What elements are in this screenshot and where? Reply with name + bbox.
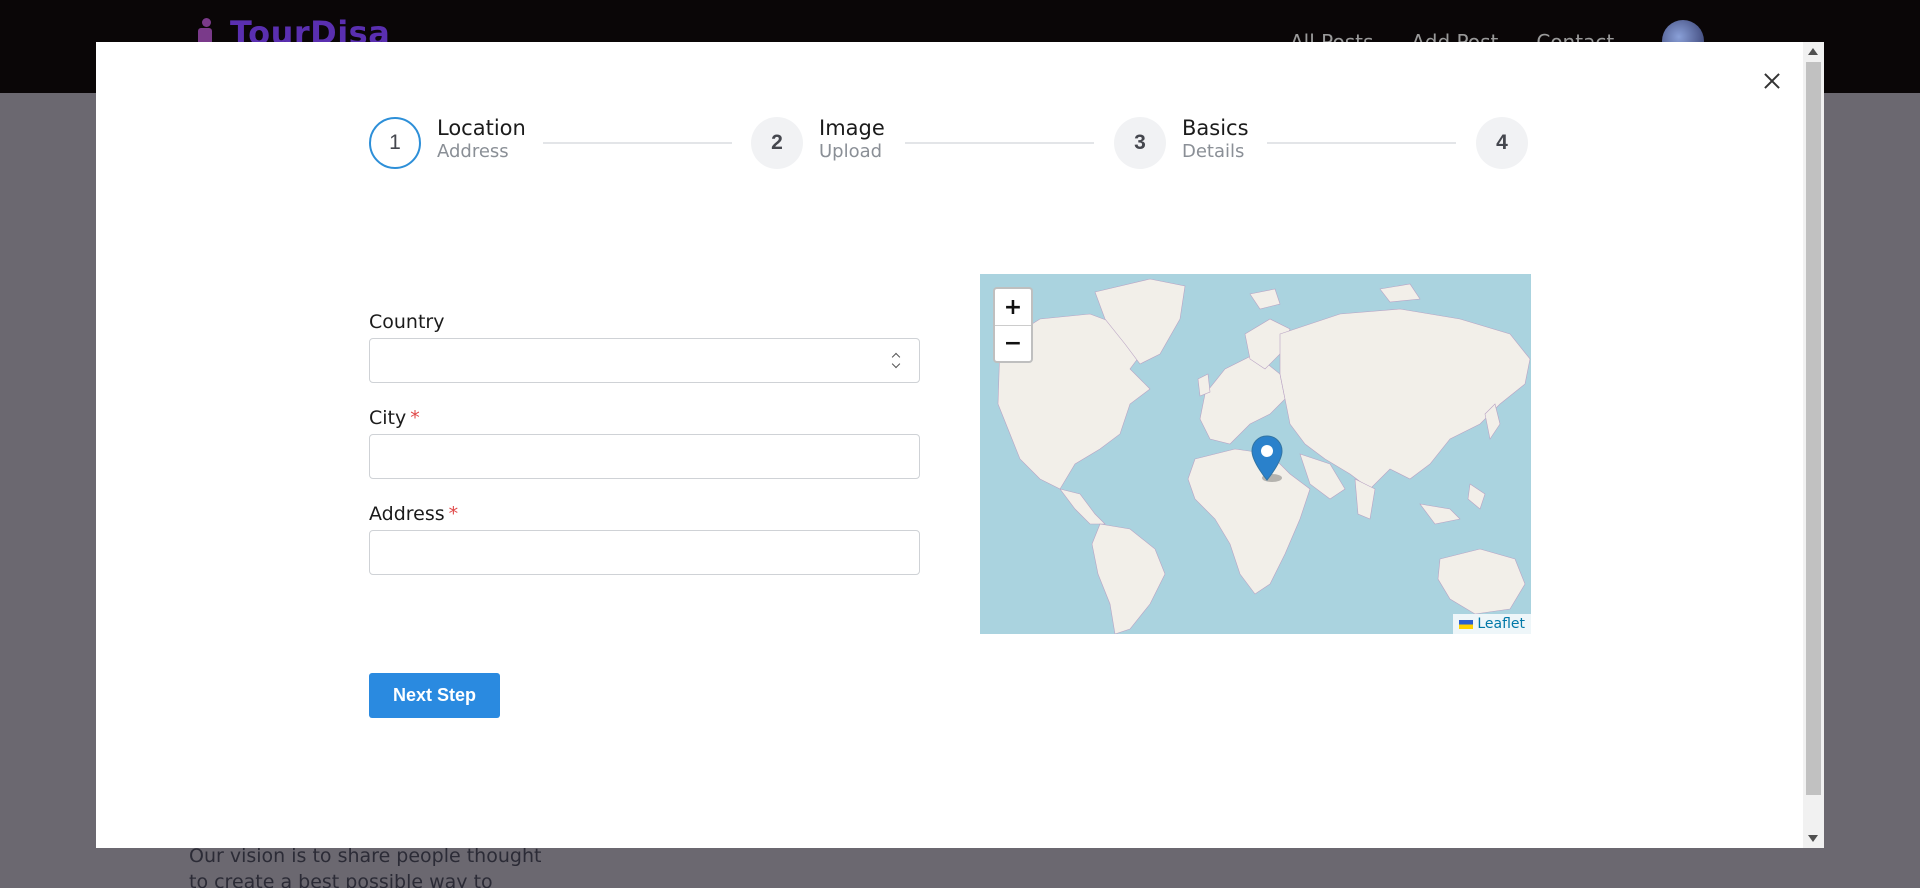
- background-vision-text: Our vision is to share people thought to…: [189, 845, 542, 888]
- step-1-title: Location: [437, 116, 526, 140]
- address-field[interactable]: [369, 530, 920, 575]
- zoom-out-button[interactable]: −: [995, 325, 1031, 361]
- chevron-updown-icon: [891, 351, 901, 371]
- required-mark: *: [448, 503, 459, 525]
- step-3-circle[interactable]: 3: [1114, 117, 1166, 169]
- location-map[interactable]: + − Leaflet: [980, 274, 1531, 634]
- zoom-control: + −: [993, 287, 1033, 363]
- city-label: City *: [369, 407, 420, 429]
- city-field[interactable]: [369, 434, 920, 479]
- step-1-circle[interactable]: 1: [369, 117, 421, 169]
- address-label: Address *: [369, 503, 459, 525]
- step-3-title: Basics: [1182, 116, 1249, 140]
- required-mark: *: [410, 407, 420, 429]
- step-2-title: Image: [819, 116, 885, 140]
- step-4-circle[interactable]: 4: [1476, 117, 1528, 169]
- step-2-subtitle: Upload: [819, 141, 883, 162]
- next-step-button[interactable]: Next Step: [369, 673, 500, 718]
- country-select[interactable]: [369, 338, 920, 383]
- scroll-up-arrow-icon[interactable]: [1808, 48, 1818, 55]
- address-input[interactable]: [370, 531, 919, 574]
- close-icon[interactable]: [1757, 66, 1787, 96]
- city-input[interactable]: [370, 435, 919, 478]
- step-connector: [543, 142, 732, 144]
- leaflet-link[interactable]: Leaflet: [1477, 616, 1525, 632]
- modal-scrollbar[interactable]: [1803, 42, 1824, 848]
- scroll-thumb[interactable]: [1806, 62, 1821, 795]
- map-attribution: Leaflet: [1453, 614, 1531, 634]
- step-2-circle[interactable]: 2: [751, 117, 803, 169]
- step-1-subtitle: Address: [437, 141, 509, 162]
- step-connector: [1267, 142, 1456, 144]
- zoom-in-button[interactable]: +: [995, 289, 1031, 325]
- scroll-down-arrow-icon[interactable]: [1808, 835, 1818, 842]
- step-3-subtitle: Details: [1182, 141, 1245, 162]
- map-pin-icon[interactable]: [1250, 434, 1284, 484]
- country-label: Country: [369, 311, 445, 333]
- country-select-value[interactable]: [370, 339, 919, 382]
- ukraine-flag-icon: [1459, 619, 1474, 629]
- add-post-modal: 1 Location Address 2 Image Upload 3 Basi…: [96, 42, 1824, 848]
- step-connector: [905, 142, 1094, 144]
